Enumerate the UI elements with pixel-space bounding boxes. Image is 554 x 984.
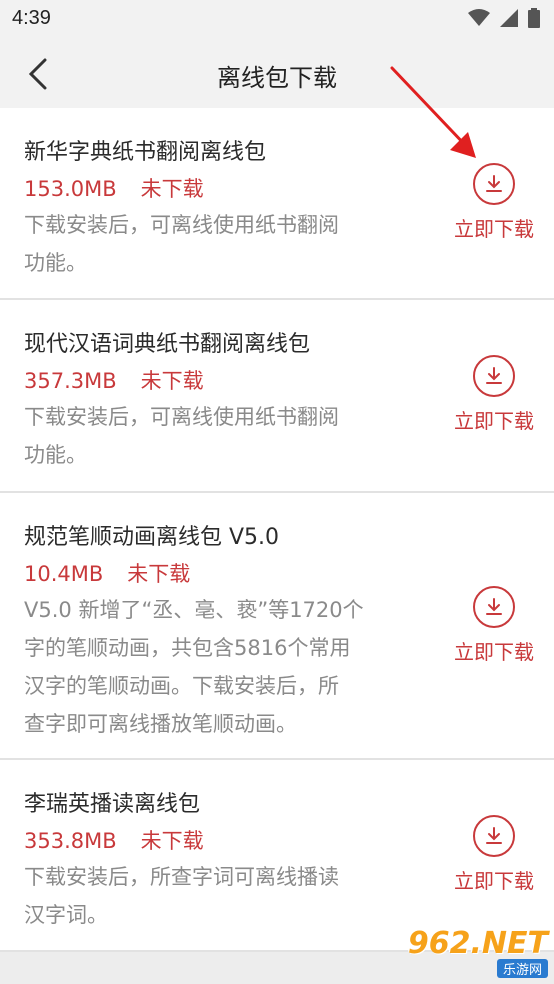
watermark-subtitle: 乐游网 <box>496 959 548 978</box>
package-description: V5.0 新增了“丞、亳、亵”等1720个 字的笔顺动画，共包含5816个常用 … <box>24 591 404 743</box>
description-line: 下载安装后，所查字词可离线播读 <box>24 865 339 889</box>
package-title: 规范笔顺动画离线包 V5.0 <box>24 525 280 550</box>
description-line: 下载安装后，可离线使用纸书翻阅 <box>24 405 339 429</box>
watermark-logo: 962.NET <box>407 926 548 961</box>
download-label: 立即下载 <box>454 640 534 664</box>
package-description: 下载安装后，可离线使用纸书翻阅 功能。 <box>24 398 404 474</box>
package-size: 10.4MB <box>24 562 104 586</box>
download-state: 未下载 <box>140 829 204 853</box>
description-line: 下载安装后，可离线使用纸书翻阅 <box>24 213 339 237</box>
package-description: 下载安装后，所查字词可离线播读 汉字词。 <box>24 858 404 934</box>
list-item: 新华字典纸书翻阅离线包 153.0MB 未下载 下载安装后，可离线使用纸书翻阅 功… <box>0 108 554 300</box>
package-size: 357.3MB <box>24 369 117 393</box>
description-line: 功能。 <box>24 443 87 467</box>
download-button[interactable]: 立即下载 <box>448 163 540 242</box>
list-item: 现代汉语词典纸书翻阅离线包 357.3MB 未下载 下载安装后，可离线使用纸书翻阅… <box>0 300 554 493</box>
nav-bar: 离线包下载 <box>0 40 554 108</box>
status-time: 4:39 <box>12 7 51 29</box>
description-line: 功能。 <box>24 251 87 275</box>
site-watermark: 962.NET 乐游网 <box>408 929 548 978</box>
list-item: 规范笔顺动画离线包 V5.0 10.4MB 未下载 V5.0 新增了“丞、亳、亵”… <box>0 493 554 760</box>
package-status: 10.4MB 未下载 <box>24 558 190 588</box>
wifi-icon <box>468 9 490 26</box>
package-description: 下载安装后，可离线使用纸书翻阅 功能。 <box>24 206 404 282</box>
download-label: 立即下载 <box>454 409 534 433</box>
package-title: 新华字典纸书翻阅离线包 <box>24 140 267 165</box>
download-icon <box>473 586 515 628</box>
download-state: 未下载 <box>127 562 191 586</box>
battery-icon <box>528 8 540 28</box>
status-icons <box>468 8 540 28</box>
status-bar: 4:39 <box>0 0 554 40</box>
list-item: 李瑞英播读离线包 353.8MB 未下载 下载安装后，所查字词可离线播读 汉字词。… <box>0 760 554 952</box>
download-icon <box>473 163 515 205</box>
package-title: 现代汉语词典纸书翻阅离线包 <box>24 332 311 357</box>
download-state: 未下载 <box>140 369 204 393</box>
description-line: 字的笔顺动画，共包含5816个常用 <box>24 636 351 660</box>
description-line: V5.0 新增了“丞、亳、亵”等1720个 <box>24 598 364 622</box>
package-size: 153.0MB <box>24 177 117 201</box>
page-title: 离线包下载 <box>217 64 337 92</box>
package-status: 153.0MB 未下载 <box>24 173 204 203</box>
description-line: 汉字的笔顺动画。下载安装后，所 <box>24 674 339 698</box>
package-size: 353.8MB <box>24 829 117 853</box>
package-status: 357.3MB 未下载 <box>24 365 204 395</box>
description-line: 查字即可离线播放笔顺动画。 <box>24 712 297 736</box>
download-label: 立即下载 <box>454 869 534 893</box>
description-line: 汉字词。 <box>24 903 108 927</box>
download-icon <box>473 355 515 397</box>
download-button[interactable]: 立即下载 <box>448 355 540 434</box>
signal-icon <box>500 9 518 27</box>
download-icon <box>473 815 515 857</box>
download-label: 立即下载 <box>454 217 534 241</box>
offline-package-list: 新华字典纸书翻阅离线包 153.0MB 未下载 下载安装后，可离线使用纸书翻阅 功… <box>0 108 554 952</box>
package-title: 李瑞英播读离线包 <box>24 792 201 817</box>
download-button[interactable]: 立即下载 <box>448 586 540 665</box>
package-status: 353.8MB 未下载 <box>24 825 204 855</box>
download-state: 未下载 <box>140 177 204 201</box>
download-button[interactable]: 立即下载 <box>448 815 540 894</box>
